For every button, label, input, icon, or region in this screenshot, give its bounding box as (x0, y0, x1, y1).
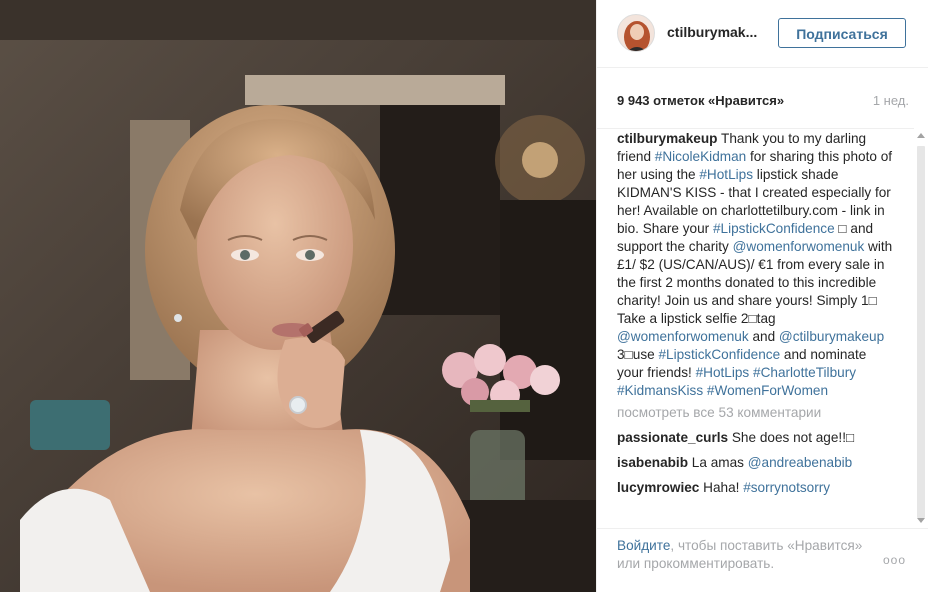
comment-username[interactable]: lucymrowiec (617, 480, 699, 495)
scrollbar-thumb[interactable] (917, 146, 925, 518)
avatar[interactable] (617, 14, 655, 52)
comment-item: isabenabib La amas @andreabenabib (617, 454, 895, 472)
comment-username[interactable]: isabenabib (617, 455, 688, 470)
post-footer: Войдите, чтобы поставить «Нравится» или … (597, 528, 928, 592)
hashtag-link[interactable]: #HotLips (696, 365, 750, 380)
hashtag-link[interactable]: #LipstickConfidence (713, 221, 835, 236)
login-prompt: Войдите, чтобы поставить «Нравится» или … (617, 537, 867, 573)
post-header: ctilburymak... Подписаться (597, 0, 928, 68)
hashtag-link[interactable]: #LipstickConfidence (658, 347, 780, 362)
scroll-down-arrow-icon[interactable] (917, 518, 925, 523)
post-username[interactable]: ctilburymak... (667, 24, 759, 40)
mention-link[interactable]: @womenforwomenuk (733, 239, 865, 254)
photo-illustration (0, 0, 596, 592)
caption-text: 3□use (617, 347, 659, 362)
likes-count[interactable]: 9 943 отметок «Нравится» (617, 93, 784, 108)
comments-section: ctilburymakeup Thank you to my darling f… (597, 128, 928, 529)
caption-username[interactable]: ctilburymakeup (617, 131, 717, 146)
hashtag-link[interactable]: #NicoleKidman (655, 149, 746, 164)
likes-row: 9 943 отметок «Нравится» 1 нед. (617, 93, 909, 111)
post-caption: ctilburymakeup Thank you to my darling f… (617, 130, 895, 400)
login-link[interactable]: Войдите (617, 538, 670, 553)
caption-text: and (748, 329, 779, 344)
hashtag-link[interactable]: #sorrynotsorry (743, 480, 830, 495)
comment-item: lucymrowiec Haha! #sorrynotsorry (617, 479, 895, 497)
comments-list: ctilburymakeup Thank you to my darling f… (617, 129, 895, 497)
hashtag-link[interactable]: #KidmansKiss (617, 383, 703, 398)
comment-text: She does not age!!□ (728, 430, 855, 445)
avatar-icon (618, 15, 654, 51)
comment-text: La amas (688, 455, 748, 470)
post-side-panel: ctilburymak... Подписаться 9 943 отметок… (596, 0, 928, 592)
hashtag-link[interactable]: #HotLips (699, 167, 753, 182)
comment-username[interactable]: passionate_curls (617, 430, 728, 445)
comment-text: Haha! (699, 480, 744, 495)
follow-button[interactable]: Подписаться (778, 18, 906, 48)
mention-link[interactable]: @womenforwomenuk (617, 329, 749, 344)
mention-link[interactable]: @ctilburymakeup (779, 329, 884, 344)
comments-scrollbar[interactable] (914, 128, 928, 528)
hashtag-link[interactable]: #CharlotteTilbury (753, 365, 856, 380)
post-photo[interactable] (0, 0, 596, 592)
hashtag-link[interactable]: #WomenForWomen (707, 383, 828, 398)
mention-link[interactable]: @andreabenabib (748, 455, 853, 470)
scroll-up-arrow-icon[interactable] (917, 133, 925, 138)
comment-item: passionate_curls She does not age!!□ (617, 429, 895, 447)
more-options-icon[interactable]: ooo (883, 553, 906, 567)
post-time[interactable]: 1 нед. (873, 93, 909, 108)
view-all-comments-link[interactable]: посмотреть все 53 комментарии (617, 404, 895, 422)
